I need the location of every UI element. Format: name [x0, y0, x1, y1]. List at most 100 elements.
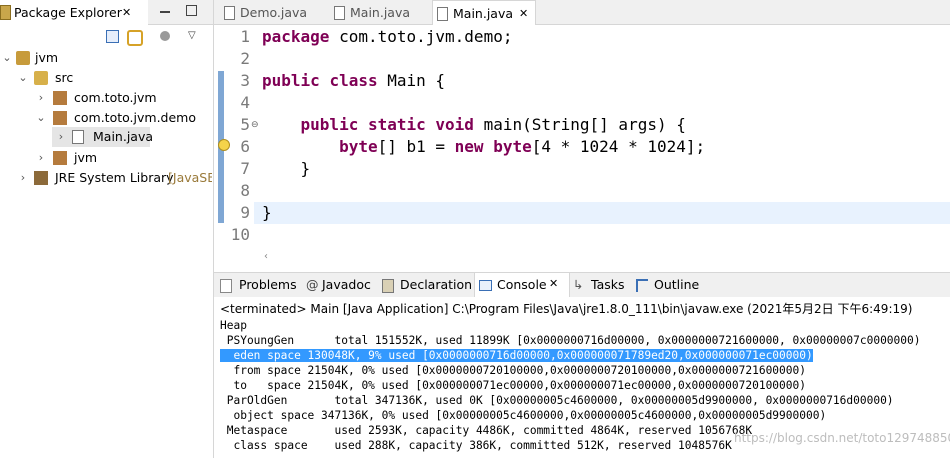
console-line-selected: eden space 130048K, 9% used [0x000000071…	[220, 349, 813, 362]
line-number: 7	[240, 159, 250, 178]
package-explorer-icon	[0, 5, 11, 20]
console-output[interactable]: <terminated> Main [Java Application] C:\…	[214, 297, 950, 458]
console-header: <terminated> Main [Java Application] C:\…	[220, 302, 913, 316]
tree-item-jre-system-library[interactable]: › JRE System Library [JavaSE	[0, 168, 212, 188]
java-file-icon	[224, 6, 235, 20]
keyword: new	[454, 137, 484, 156]
code-line-6: byte[] b1 = new byte[4 * 1024 * 1024];	[262, 137, 705, 156]
keyword: public	[300, 115, 359, 134]
problems-icon	[220, 279, 232, 293]
tree-item-jvm-project[interactable]: ⌄ jvm	[0, 48, 212, 68]
source-folder-icon	[34, 71, 48, 85]
console-line: object space 347136K, 0% used [0x0000000…	[220, 409, 827, 422]
chevron-down-icon[interactable]: ⌄	[0, 48, 14, 68]
java-file-icon	[334, 6, 345, 20]
console-line: to space 21504K, 0% used [0x000000071ec0…	[220, 379, 806, 392]
keyword: static	[367, 115, 426, 134]
minimize-icon[interactable]	[160, 11, 170, 13]
tab-javadoc[interactable]: @ Javadoc	[306, 273, 386, 297]
tab-main-java-active[interactable]: Main.java ✕	[432, 0, 536, 25]
tree-item-src[interactable]: ⌄ src	[0, 68, 212, 88]
scroll-left-arrow-icon[interactable]: ‹	[264, 251, 268, 262]
line-number: 2	[240, 49, 250, 68]
library-icon	[34, 171, 48, 185]
console-icon	[479, 280, 492, 291]
tab-label: Javadoc	[322, 277, 371, 292]
package-icon	[53, 151, 67, 165]
tab-declaration[interactable]: Declaration	[382, 273, 472, 297]
tree-item-label: Main.java	[93, 129, 154, 144]
code-line-5: public static void main(String[] args) {	[262, 115, 686, 134]
java-file-icon	[437, 7, 448, 21]
tab-package-explorer[interactable]: Package Explorer ✕	[0, 0, 148, 26]
chevron-right-icon[interactable]: ›	[34, 88, 48, 108]
package-icon	[53, 91, 67, 105]
tree-item-label: com.toto.jvm.demo	[74, 110, 196, 125]
code-text: }	[262, 203, 272, 222]
tab-label: Declaration	[400, 277, 473, 292]
tab-tasks[interactable]: ↳ Tasks	[571, 273, 631, 297]
keyword: class	[329, 71, 378, 90]
line-number: 1	[240, 27, 250, 46]
code-line-1: package com.toto.jvm.demo;	[262, 27, 512, 46]
tree-item-package-com-toto-jvm-demo[interactable]: ⌄ com.toto.jvm.demo	[0, 108, 212, 128]
tree-item-main-java[interactable]: › Main.java	[52, 127, 154, 147]
chevron-down-icon[interactable]: ⌄	[16, 68, 30, 88]
code-text: com.toto.jvm.demo;	[329, 27, 513, 46]
chevron-right-icon[interactable]: ›	[34, 148, 48, 168]
outline-icon	[636, 279, 648, 292]
keyword: package	[262, 27, 330, 46]
tab-outline[interactable]: Outline	[634, 273, 714, 297]
tab-problems[interactable]: Problems	[220, 273, 304, 297]
code-text: [4 * 1024 * 1024];	[531, 137, 706, 156]
fold-icon[interactable]: ⊖	[251, 120, 259, 130]
close-icon[interactable]: ✕	[122, 6, 131, 19]
console-line: ParOldGen total 347136K, used 0K [0x0000…	[220, 394, 894, 407]
chevron-down-icon[interactable]: ⌄	[34, 108, 48, 128]
code-text: [] b1 =	[377, 137, 455, 156]
close-icon[interactable]: ✕	[519, 7, 528, 20]
tab-main-java-1[interactable]: Main.java	[330, 0, 430, 24]
code-text: }	[300, 159, 311, 178]
javadoc-icon: @	[306, 277, 319, 292]
console-line: Metaspace used 2593K, capacity 4486K, co…	[220, 424, 753, 437]
line-number: 5	[240, 115, 250, 134]
code-text: main(String[] args) {	[473, 115, 686, 134]
maximize-icon[interactable]	[186, 5, 197, 16]
java-file-icon	[72, 130, 84, 144]
console-line: from space 21504K, 0% used [0x0000000720…	[220, 364, 806, 377]
line-number: 3	[240, 71, 250, 90]
tree-item-label: com.toto.jvm	[74, 90, 157, 105]
keyword: public	[262, 71, 320, 90]
close-icon[interactable]: ✕	[549, 277, 558, 290]
tab-console-active[interactable]: Console ✕	[474, 273, 570, 297]
collapse-all-icon[interactable]	[106, 30, 119, 43]
keyword: byte	[493, 137, 532, 156]
tree-item-label: src	[55, 70, 74, 85]
line-number: 8	[240, 181, 250, 200]
package-explorer-panel: Package Explorer ✕ ▽ ⌄ jvm ⌄ src › com.t…	[0, 0, 214, 458]
bottom-tab-bar: Problems @ Javadoc Declaration Console ✕…	[214, 272, 950, 298]
tree-item-label: jvm	[74, 150, 98, 165]
code-line-3: public class Main {	[262, 71, 445, 90]
tree-item-package-jvm[interactable]: › jvm	[0, 148, 212, 168]
tab-label: Demo.java	[240, 5, 308, 20]
tab-label: Console	[497, 277, 547, 292]
console-line: PSYoungGen total 151552K, used 11899K [0…	[220, 334, 921, 347]
line-number: 9	[240, 203, 250, 222]
tab-demo-java[interactable]: Demo.java	[220, 0, 328, 24]
tab-label: Tasks	[591, 277, 625, 292]
code-text: Main {	[377, 71, 446, 90]
keyword: void	[435, 115, 474, 134]
tasks-icon: ↳	[573, 277, 584, 292]
tab-label: Main.java	[350, 5, 411, 20]
chevron-right-icon[interactable]: ›	[54, 127, 68, 147]
view-menu-icon[interactable]: ▽	[188, 30, 196, 41]
link-with-editor-icon[interactable]	[127, 30, 143, 46]
focus-icon[interactable]	[160, 31, 170, 41]
chevron-right-icon[interactable]: ›	[16, 168, 30, 188]
tree-item-package-com-toto-jvm[interactable]: › com.toto.jvm	[0, 88, 212, 108]
code-editor[interactable]: 1 2 3 4 5 ⊖ 6 7 8 9 10 package com.toto.…	[214, 25, 950, 265]
current-line-highlight	[254, 202, 950, 224]
package-icon	[53, 111, 67, 125]
